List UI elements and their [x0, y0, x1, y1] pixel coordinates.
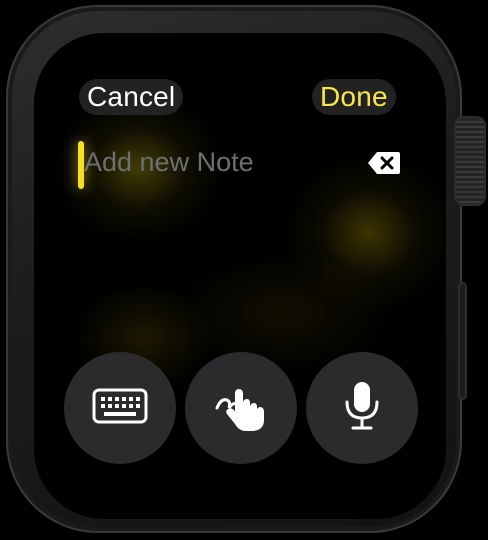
note-input[interactable]: Add new Note — [84, 147, 254, 178]
microphone-icon — [342, 380, 382, 437]
delete-icon[interactable] — [367, 151, 401, 175]
scribble-button[interactable] — [185, 352, 297, 464]
cancel-button[interactable]: Cancel — [79, 79, 184, 115]
side-button[interactable] — [458, 282, 467, 400]
background-glow — [284, 153, 446, 313]
watch-display: Cancel Done Add new Note — [0, 0, 488, 540]
keyboard-icon — [92, 388, 148, 429]
watch-case: Cancel Done Add new Note — [6, 5, 462, 533]
keyboard-button[interactable] — [64, 352, 176, 464]
watch-screen: Cancel Done Add new Note — [34, 33, 446, 519]
digital-crown[interactable] — [454, 116, 486, 206]
dictation-button[interactable] — [306, 352, 418, 464]
hand-scribble-icon — [213, 378, 269, 439]
done-button[interactable]: Done — [312, 79, 396, 115]
